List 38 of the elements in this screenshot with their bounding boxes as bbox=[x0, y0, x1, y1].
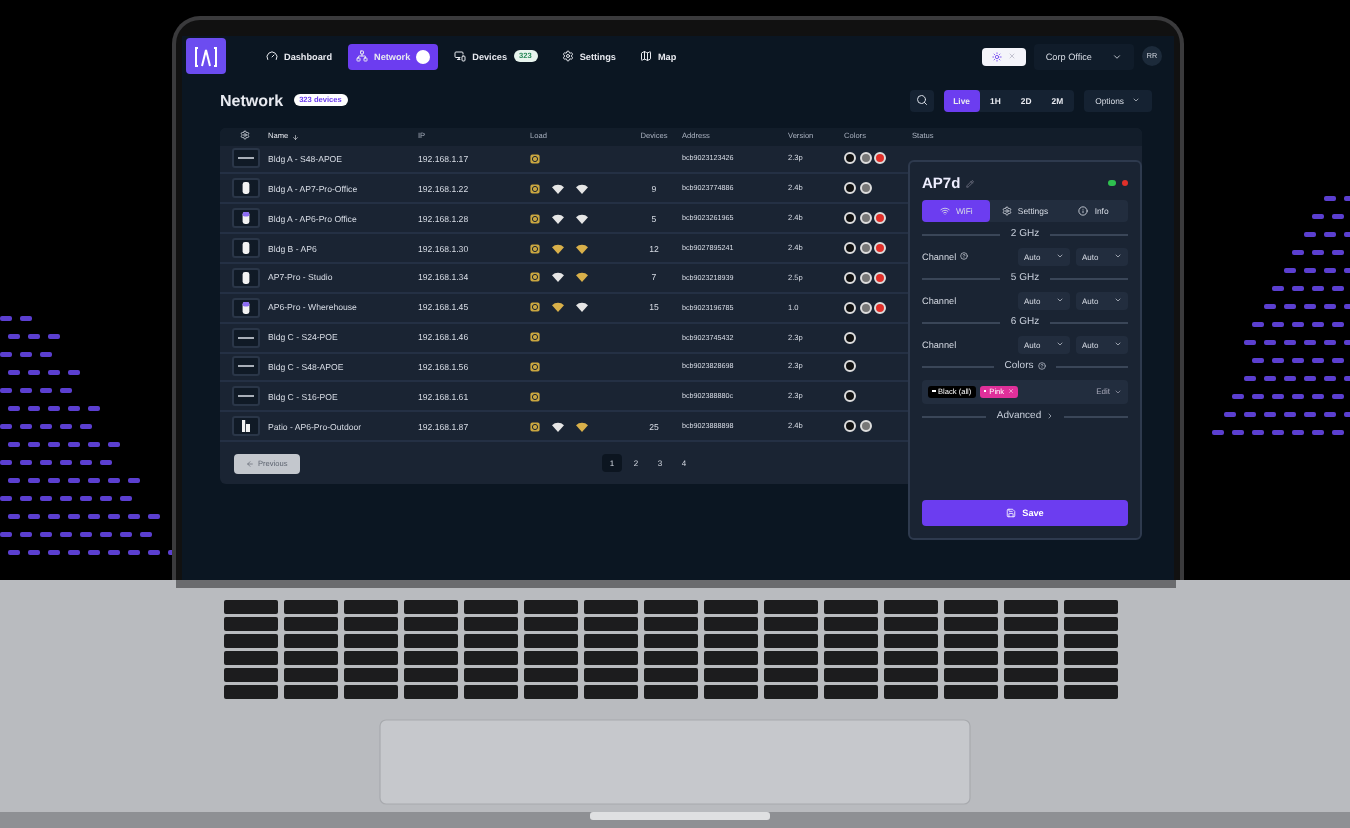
load-icon bbox=[530, 391, 540, 402]
load-icon bbox=[530, 332, 540, 343]
load-icon bbox=[530, 183, 540, 194]
device-thumbnail bbox=[232, 267, 260, 288]
save-icon bbox=[1006, 508, 1017, 518]
device-thumbnail bbox=[232, 297, 260, 318]
search-button[interactable] bbox=[909, 89, 934, 111]
theme-toggle[interactable] bbox=[981, 47, 1026, 65]
wifi-icon bbox=[939, 205, 950, 215]
network-icon bbox=[356, 50, 368, 62]
sun-icon bbox=[991, 51, 1002, 61]
device-thumbnail bbox=[232, 327, 260, 348]
logo-icon bbox=[186, 38, 226, 74]
device-thumbnail bbox=[232, 238, 260, 259]
settings-icon bbox=[561, 50, 574, 62]
load-icon bbox=[530, 153, 540, 164]
load-icon bbox=[530, 272, 540, 283]
settings-icon bbox=[1001, 205, 1012, 215]
map-icon bbox=[639, 50, 652, 62]
settings-icon bbox=[240, 130, 250, 141]
load-icon bbox=[530, 243, 540, 254]
device-thumbnail bbox=[232, 178, 260, 199]
search-icon bbox=[915, 94, 928, 106]
load-icon bbox=[530, 213, 540, 224]
page-title: Network bbox=[220, 91, 284, 109]
device-thumbnail bbox=[232, 356, 260, 377]
device-thumbnail bbox=[232, 208, 260, 229]
help-icon[interactable] bbox=[1037, 362, 1046, 370]
gauge-icon bbox=[266, 50, 278, 62]
device-thumbnail bbox=[232, 416, 260, 437]
chevron-down-icon bbox=[1112, 51, 1122, 61]
load-icon bbox=[530, 302, 540, 313]
devices-icon bbox=[454, 50, 467, 62]
load-icon bbox=[530, 421, 540, 432]
load-icon bbox=[530, 361, 540, 372]
help-icon[interactable] bbox=[959, 252, 968, 261]
info-icon bbox=[1078, 205, 1089, 215]
device-thumbnail bbox=[232, 386, 260, 407]
